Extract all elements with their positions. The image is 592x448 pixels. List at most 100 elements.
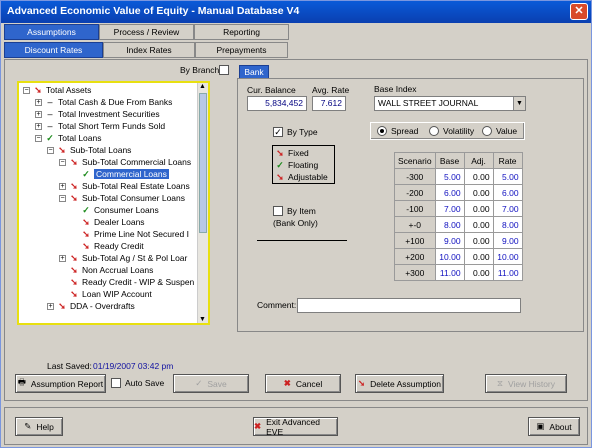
expand-icon[interactable]: + xyxy=(35,99,42,107)
tree-scrollbar[interactable]: ▲ ▼ xyxy=(197,83,208,323)
assumption-report-button[interactable]: 🖶 Assumption Report xyxy=(15,374,106,393)
tree-item[interactable]: − ➘ Sub-Total Commercial Loans xyxy=(59,157,191,168)
save-button[interactable]: ✓ Save xyxy=(173,374,249,393)
delete-assumption-button[interactable]: ➘ Delete Assumption xyxy=(355,374,444,393)
avg-rate-field[interactable]: 7.612 xyxy=(312,96,346,111)
comment-input[interactable] xyxy=(297,298,521,313)
base-index-value: WALL STREET JOURNAL xyxy=(378,98,479,108)
arrow-icon: ➘ xyxy=(82,217,90,227)
tab-bank[interactable]: Bank xyxy=(239,65,269,79)
collapse-icon[interactable]: − xyxy=(47,147,54,155)
tab-index-rates[interactable]: Index Rates xyxy=(103,42,195,58)
table-row: -200 6.00 0.00 6.00 xyxy=(394,184,523,201)
tab-reporting[interactable]: Reporting xyxy=(194,24,289,40)
comment-label: Comment: xyxy=(257,300,297,310)
arrow-icon: ➘ xyxy=(70,193,78,203)
tree-item[interactable]: ➘ Prime Line Not Secured I xyxy=(81,229,189,240)
type-fixed[interactable]: ➘ Fixed xyxy=(275,148,309,159)
collapse-icon[interactable]: − xyxy=(23,87,30,95)
dash-icon: – xyxy=(47,97,53,107)
scroll-up-icon[interactable]: ▲ xyxy=(199,83,206,90)
tree-item[interactable]: ➘ Non Accrual Loans xyxy=(69,265,153,276)
tree-item[interactable]: − ➘ Sub-Total Consumer Loans xyxy=(59,193,185,204)
tree-item[interactable]: ➘ Ready Credit - WIP & Suspen xyxy=(69,277,194,288)
check-icon: ✓ xyxy=(276,160,284,170)
collapse-icon[interactable]: − xyxy=(35,135,42,143)
tree-item[interactable]: ➘ Dealer Loans xyxy=(81,217,144,228)
tab-assumptions[interactable]: Assumptions xyxy=(4,24,99,40)
tab-prepayments[interactable]: Prepayments xyxy=(195,42,288,58)
table-row: -100 7.00 0.00 7.00 xyxy=(394,200,523,217)
view-history-button[interactable]: ⧖ View History xyxy=(485,374,567,393)
arrow-icon: ➘ xyxy=(358,378,366,388)
about-button[interactable]: ▣ About xyxy=(528,417,580,436)
spread-radio[interactable] xyxy=(377,126,387,136)
tree-item[interactable]: − ➘ Sub-Total Loans xyxy=(47,145,131,156)
expand-icon[interactable]: + xyxy=(59,183,66,191)
table-row: -300 5.00 0.00 5.00 xyxy=(394,168,523,185)
by-type-label: By Type xyxy=(287,127,318,137)
tree-item[interactable]: ➘ Ready Credit xyxy=(81,241,143,252)
chevron-down-icon[interactable]: ▼ xyxy=(513,97,525,110)
value-radio[interactable] xyxy=(482,126,492,136)
tree-item[interactable]: + ➘ Sub-Total Ag / St & Pol Loar xyxy=(59,253,187,264)
scroll-thumb[interactable] xyxy=(199,93,207,233)
tree-item[interactable]: − ✓ Total Loans xyxy=(35,133,101,144)
check-icon: ✓ xyxy=(82,205,90,215)
expand-icon[interactable]: + xyxy=(47,303,54,311)
base-index-select[interactable]: WALL STREET JOURNAL ▼ xyxy=(374,96,526,111)
divider xyxy=(257,240,347,241)
col-header: Rate xyxy=(492,152,523,169)
type-adjustable[interactable]: ➘ Adjustable xyxy=(275,172,327,183)
spread-label: Spread xyxy=(391,126,419,136)
tree-item[interactable]: + ➘ DDA - Overdrafts xyxy=(47,301,135,312)
tree-item[interactable]: + – Total Investment Securities xyxy=(35,109,160,120)
collapse-icon[interactable]: − xyxy=(59,159,66,167)
base-index-label: Base Index xyxy=(374,84,417,94)
by-branch-checkbox[interactable] xyxy=(219,65,229,75)
type-floating[interactable]: ✓ Floating xyxy=(275,160,318,171)
cur-balance-field[interactable]: 5,834,452 xyxy=(247,96,307,111)
by-branch-label: By Branch xyxy=(180,65,220,75)
volatility-label: Volatility xyxy=(443,126,475,136)
arrow-icon: ➘ xyxy=(70,277,78,287)
account-tree: − ➘ Total Assets + – Total Cash & Due From B… xyxy=(17,81,210,325)
expand-icon[interactable]: + xyxy=(35,111,42,119)
table-row: +-0 8.00 0.00 8.00 xyxy=(394,216,523,233)
auto-save-checkbox[interactable] xyxy=(111,378,121,388)
help-button[interactable]: ✎ Help xyxy=(15,417,63,436)
volatility-radio[interactable] xyxy=(429,126,439,136)
tree-item[interactable]: + ➘ Sub-Total Real Estate Loans xyxy=(59,181,190,192)
tree-item[interactable]: ✓ Consumer Loans xyxy=(81,205,159,216)
by-item-checkbox[interactable] xyxy=(273,206,283,216)
by-type-checkbox[interactable]: ✓ xyxy=(273,127,283,137)
by-item-sublabel: (Bank Only) xyxy=(273,218,318,228)
expand-icon[interactable]: + xyxy=(35,123,42,131)
check-icon: ✓ xyxy=(82,169,90,179)
collapse-icon[interactable]: − xyxy=(59,195,66,203)
avg-rate-label: Avg. Rate xyxy=(312,85,350,95)
tab-process-review[interactable]: Process / Review xyxy=(99,24,194,40)
arrow-icon: ➘ xyxy=(70,253,78,263)
table-row: +300 11.00 0.00 11.00 xyxy=(394,264,523,281)
tree-item[interactable]: ➘ Loan WIP Account xyxy=(69,289,152,300)
arrow-icon: ➘ xyxy=(70,181,78,191)
arrow-icon: ➘ xyxy=(70,265,78,275)
arrow-icon: ➘ xyxy=(70,157,78,167)
arrow-icon: ➘ xyxy=(58,145,66,155)
cancel-button[interactable]: ✖ Cancel xyxy=(265,374,341,393)
col-header: Base xyxy=(434,152,465,169)
scroll-down-icon[interactable]: ▼ xyxy=(199,316,206,323)
col-header: Scenario xyxy=(394,152,436,169)
exit-button[interactable]: ✖ Exit Advanced EVE xyxy=(253,417,338,437)
tree-item[interactable]: + – Total Short Term Funds Sold xyxy=(35,121,165,132)
tree-item[interactable]: + – Total Cash & Due From Banks xyxy=(35,97,172,108)
close-icon[interactable]: ✕ xyxy=(570,3,588,20)
tree-item-selected[interactable]: ✓ Commercial Loans xyxy=(81,169,169,180)
type-list: ➘ Fixed ✓ Floating ➘ Adjustable xyxy=(272,145,335,184)
table-row: +200 10.00 0.00 10.00 xyxy=(394,248,523,265)
expand-icon[interactable]: + xyxy=(59,255,66,263)
tree-item[interactable]: − ➘ Total Assets xyxy=(23,85,91,96)
application-window: Advanced Economic Value of Equity - Manu… xyxy=(0,0,592,448)
tab-discount-rates[interactable]: Discount Rates xyxy=(4,42,103,58)
